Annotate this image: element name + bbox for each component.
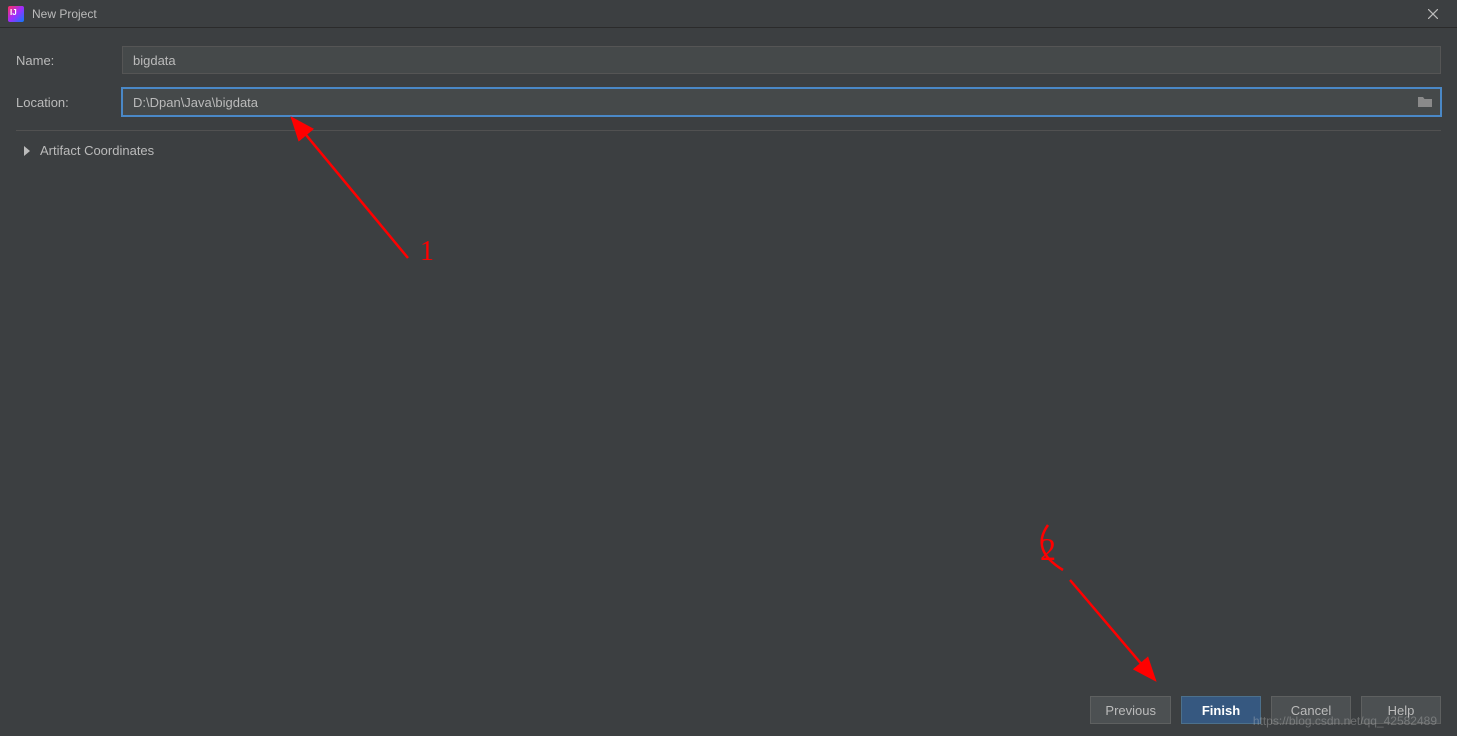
name-field-wrapper xyxy=(122,46,1441,74)
artifact-coordinates-toggle[interactable]: Artifact Coordinates xyxy=(22,141,1441,160)
window-title: New Project xyxy=(32,7,97,21)
artifact-coordinates-label: Artifact Coordinates xyxy=(40,143,154,158)
footer-buttons: Previous Finish Cancel Help xyxy=(1090,696,1441,724)
name-input[interactable] xyxy=(122,46,1441,74)
location-input[interactable] xyxy=(122,88,1441,116)
location-row: Location: xyxy=(16,88,1441,116)
close-icon xyxy=(1428,9,1438,19)
help-button[interactable]: Help xyxy=(1361,696,1441,724)
annotation-arrow-2 xyxy=(1070,580,1155,680)
app-icon xyxy=(8,6,24,22)
name-label: Name: xyxy=(16,53,122,68)
name-row: Name: xyxy=(16,46,1441,74)
location-field-wrapper xyxy=(122,88,1441,116)
annotation-curve-2 xyxy=(1042,525,1063,570)
previous-button[interactable]: Previous xyxy=(1090,696,1171,724)
cancel-button[interactable]: Cancel xyxy=(1271,696,1351,724)
close-button[interactable] xyxy=(1417,2,1449,26)
finish-button[interactable]: Finish xyxy=(1181,696,1261,724)
separator xyxy=(16,130,1441,131)
titlebar: New Project xyxy=(0,0,1457,28)
annotation-marker-2: 2 xyxy=(1040,531,1056,567)
location-label: Location: xyxy=(16,95,122,110)
chevron-right-icon xyxy=(22,146,32,156)
folder-icon xyxy=(1417,95,1433,109)
browse-folder-button[interactable] xyxy=(1417,95,1433,109)
annotation-marker-1: 1 xyxy=(420,236,434,267)
form-panel: Name: Location: Artifact Coordinates xyxy=(0,28,1457,170)
